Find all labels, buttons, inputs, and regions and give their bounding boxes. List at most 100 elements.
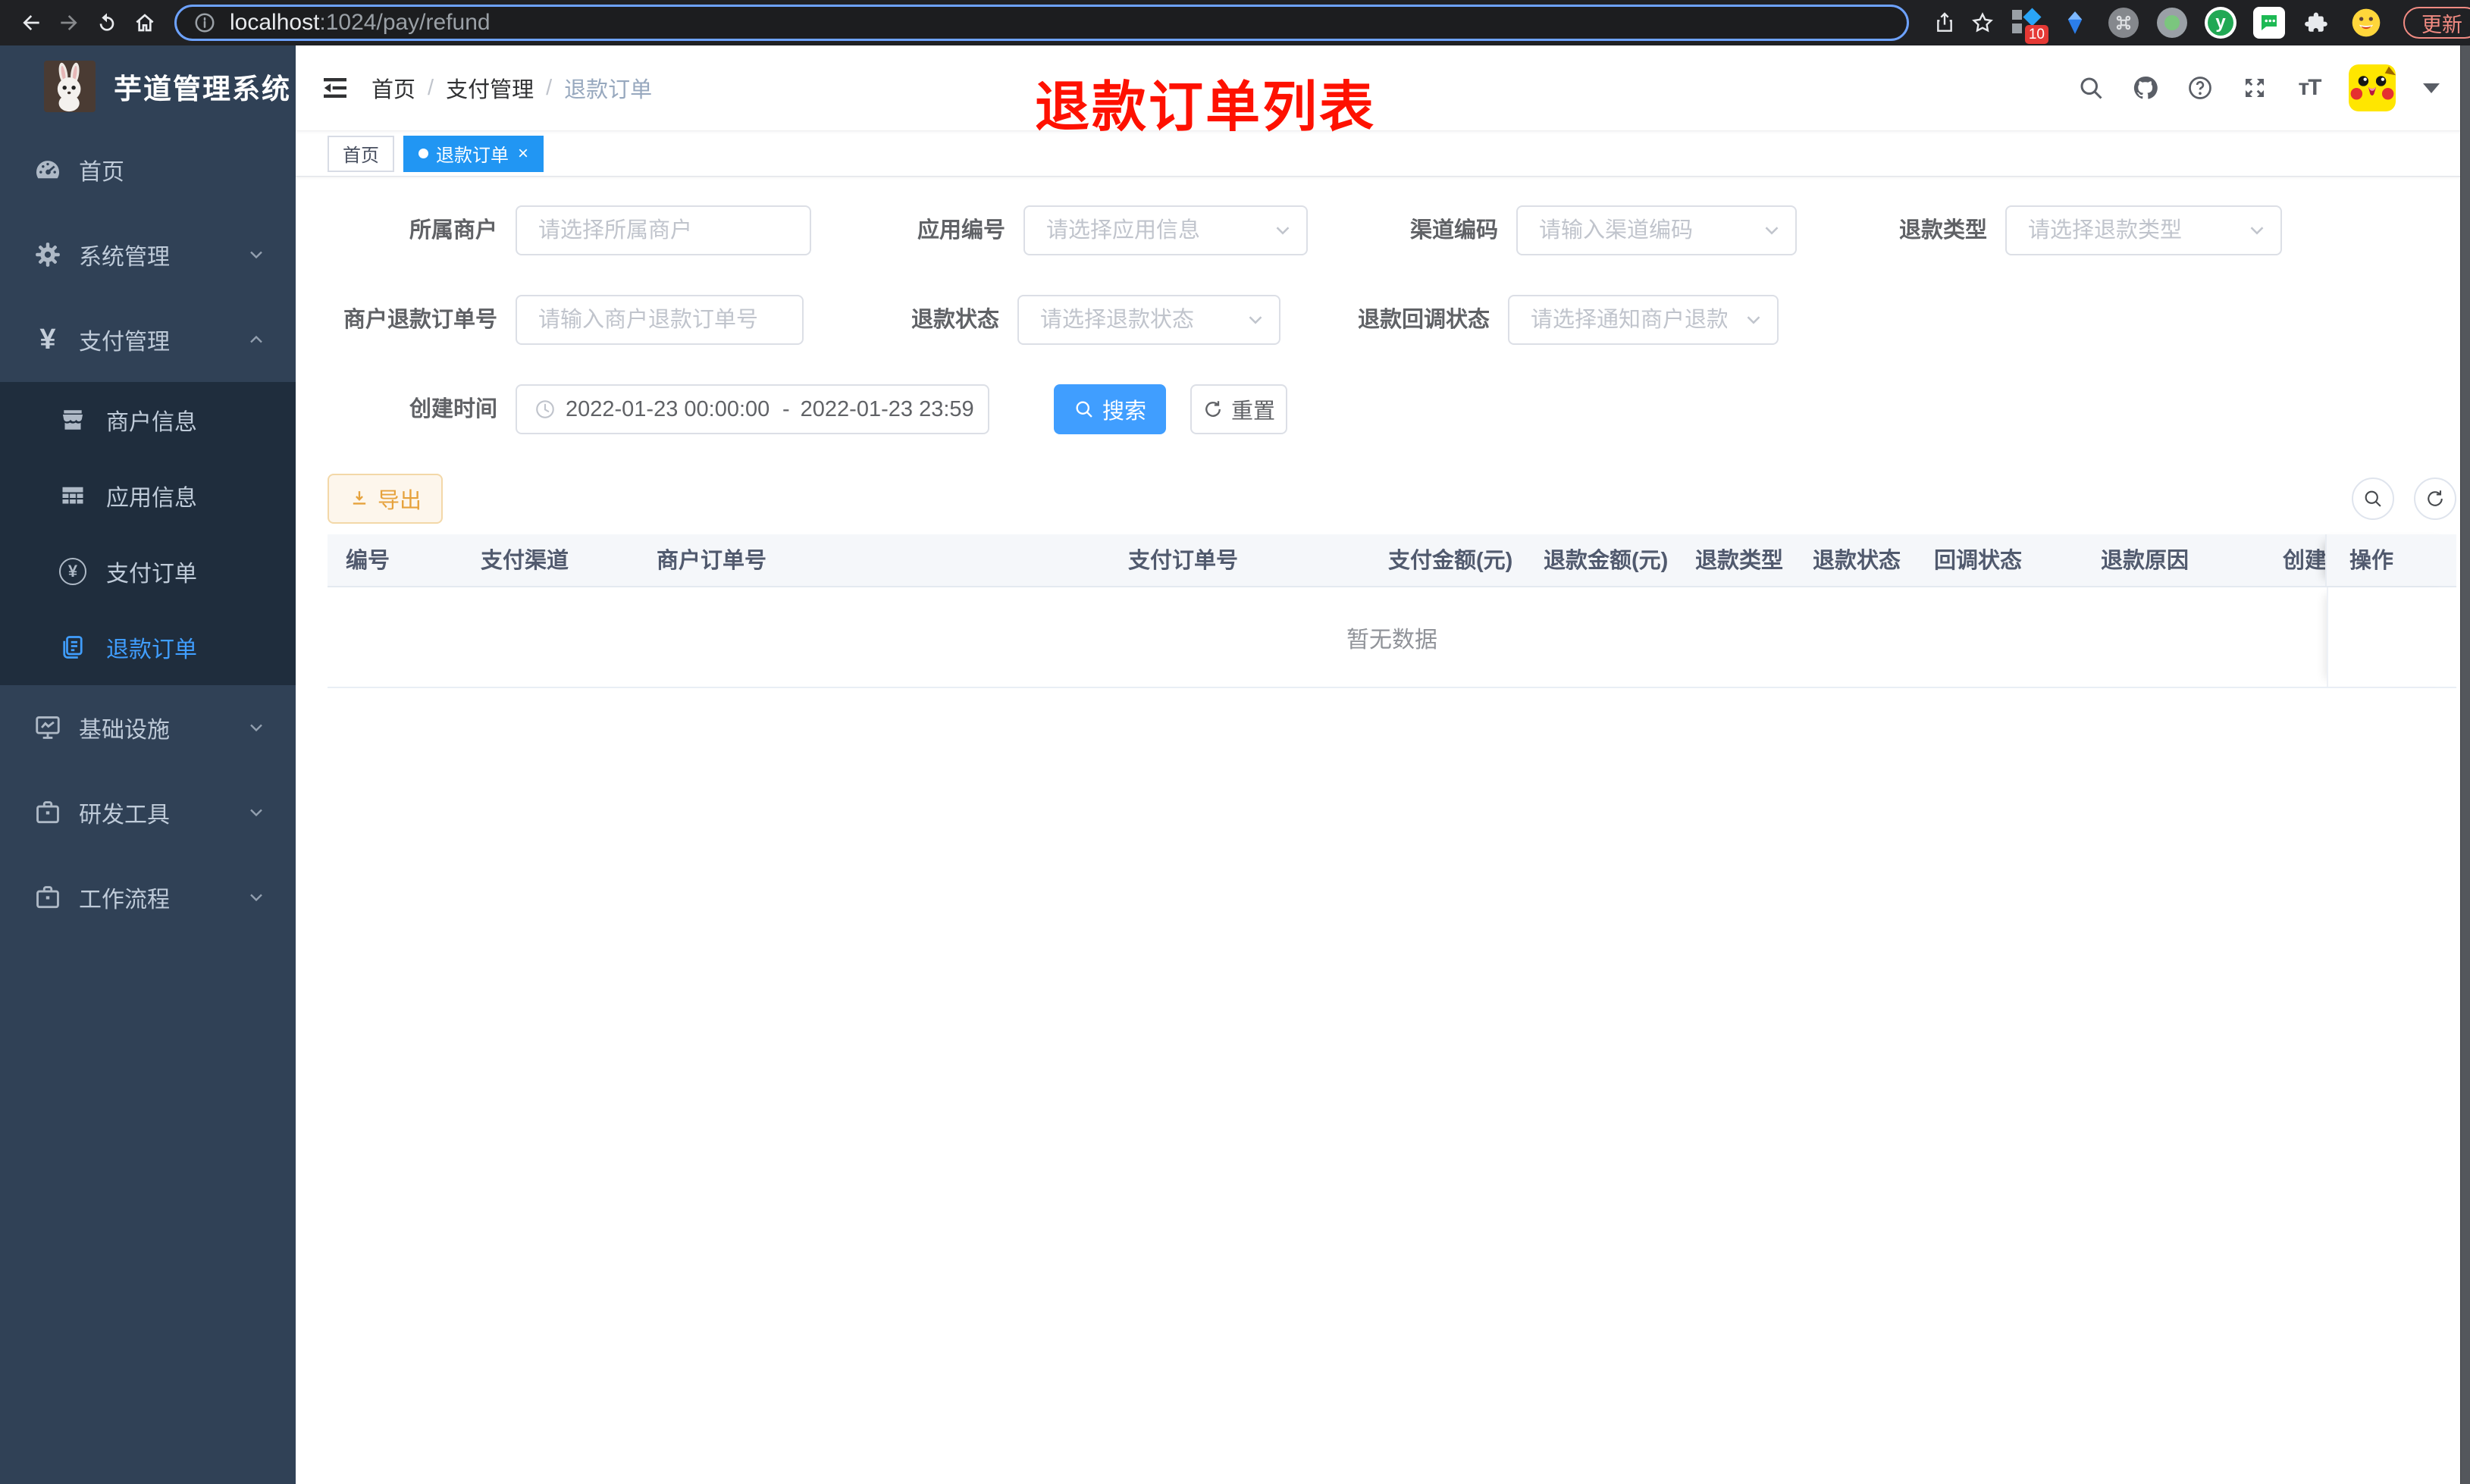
refund-status-input[interactable] — [1017, 295, 1280, 345]
sidebar-submenu-pay: 商户信息 应用信息 ¥ 支付订单 退款订单 — [0, 382, 296, 685]
sidebar-item-devtools[interactable]: 研发工具 — [0, 770, 296, 855]
document-icon — [59, 634, 86, 661]
tag-home[interactable]: 首页 — [328, 135, 394, 172]
share-icon — [1937, 12, 1952, 32]
refund-type-input[interactable] — [2005, 205, 2282, 255]
extension-y-icon[interactable]: y — [2203, 4, 2238, 42]
refresh-icon — [2428, 490, 2443, 506]
browser-forward-button[interactable] — [50, 4, 88, 42]
tag-active-dot — [418, 149, 428, 158]
refund-table: 编号 支付渠道 商户订单号 支付订单号 支付金额(元) 退款金额(元) 退款类型… — [328, 534, 2456, 688]
export-button[interactable]: 导出 — [328, 474, 444, 524]
browser-back-button[interactable] — [12, 4, 50, 42]
sidebar-item-merchant-info[interactable]: 商户信息 — [0, 382, 296, 458]
sidebar-item-label: 商户信息 — [106, 410, 197, 435]
search-icon[interactable] — [2076, 73, 2106, 103]
extension-badge: 10 — [2024, 25, 2048, 44]
date-start-value[interactable]: 2022-01-23 00:00:00 — [566, 397, 772, 422]
sidebar-item-label: 支付管理 — [79, 330, 170, 355]
sidebar-item-pay[interactable]: ¥ 支付管理 — [0, 297, 296, 382]
browser-update-button[interactable]: 更新 — [2403, 7, 2470, 39]
bookmark-button[interactable] — [1964, 4, 2001, 42]
fullscreen-icon[interactable] — [2240, 73, 2270, 103]
shop-icon — [59, 406, 86, 434]
sidebar-item-pay-order[interactable]: ¥ 支付订单 — [0, 534, 296, 609]
merchant-refund-no-input[interactable] — [516, 295, 804, 345]
table-empty-row: 暂无数据 — [328, 587, 2456, 688]
monitor-icon — [33, 713, 62, 742]
browser-reload-button[interactable] — [88, 4, 126, 42]
star-icon — [1972, 12, 1993, 33]
merchant-refund-no-field[interactable] — [516, 295, 804, 345]
font-size-icon[interactable]: тT — [2294, 73, 2324, 103]
github-icon[interactable] — [2130, 73, 2161, 103]
update-label: 更新 — [2421, 13, 2462, 36]
page-content: 所属商户 应用编号 渠道编码 退款类型 — [296, 205, 2470, 688]
tag-refund-order[interactable]: 退款订单 × — [403, 135, 544, 172]
refresh-table-button[interactable] — [2414, 477, 2456, 520]
reset-button[interactable]: 重置 — [1190, 384, 1287, 434]
sidebar-item-workflow[interactable]: 工作流程 — [0, 855, 296, 940]
user-avatar[interactable] — [2349, 64, 2396, 111]
browser-home-button[interactable] — [126, 4, 164, 42]
sidebar: 芋道管理系统 首页 系统管理 ¥ 支付管理 商户信息 应用信息 ¥ 支付订单 退… — [0, 45, 296, 1484]
help-icon[interactable] — [2185, 73, 2215, 103]
hamburger-icon[interactable] — [320, 73, 350, 103]
extension-gray-green-icon[interactable] — [2155, 4, 2189, 42]
app-select[interactable] — [1023, 205, 1308, 255]
notify-status-select[interactable] — [1508, 295, 1779, 345]
sidebar-item-app-info[interactable]: 应用信息 — [0, 458, 296, 534]
app-input[interactable] — [1023, 205, 1308, 255]
sidebar-item-refund-order[interactable]: 退款订单 — [0, 609, 296, 685]
date-end-value[interactable]: 2022-01-23 23:59:59 — [801, 397, 976, 422]
extension-grid-diamond-icon[interactable]: 10 — [2009, 4, 2048, 44]
table-toolbar: 导出 — [328, 474, 2456, 524]
clock-icon — [534, 398, 556, 421]
sidebar-item-label: 退款订单 — [106, 637, 197, 662]
breadcrumb-pay[interactable]: 支付管理 — [446, 72, 534, 104]
refund-status-select[interactable] — [1017, 295, 1280, 345]
yen-circle-icon: ¥ — [59, 558, 86, 585]
extension-chat-icon[interactable] — [2252, 4, 2287, 42]
url-bar[interactable]: localhost:1024/pay/refund — [174, 5, 1909, 41]
merchant-input[interactable] — [516, 205, 811, 255]
back-arrow-icon — [23, 15, 39, 30]
sidebar-item-label: 研发工具 — [79, 803, 170, 828]
create-time-label: 创建时间 — [409, 397, 497, 421]
sidebar-logo-row[interactable]: 芋道管理系统 — [0, 45, 296, 127]
extension-kite-icon[interactable] — [2058, 4, 2092, 42]
sidebar-item-system[interactable]: 系统管理 — [0, 212, 296, 297]
browser-profile-avatar[interactable] — [2349, 4, 2384, 42]
table-tools — [2352, 477, 2456, 520]
tag-close-icon[interactable]: × — [518, 144, 528, 163]
sidebar-item-label: 基础设施 — [79, 718, 170, 743]
page-info-icon[interactable] — [193, 11, 216, 34]
breadcrumb-home[interactable]: 首页 — [371, 72, 415, 104]
share-button[interactable] — [1926, 4, 1964, 42]
filter-row-3: 创建时间 2022-01-23 00:00:00 - 2022-01-23 23… — [328, 384, 2456, 434]
download-icon — [353, 491, 366, 505]
extensions-puzzle-icon[interactable] — [2300, 4, 2335, 42]
briefcase-icon — [33, 883, 62, 912]
merchant-select[interactable] — [516, 205, 811, 255]
create-time-range-picker[interactable]: 2022-01-23 00:00:00 - 2022-01-23 23:59:5… — [516, 384, 989, 434]
column-header-refund-type: 退款类型 — [1695, 549, 1784, 573]
sidebar-item-label: 系统管理 — [79, 245, 170, 270]
show-search-button[interactable] — [2352, 477, 2394, 520]
notify-status-input[interactable] — [1508, 295, 1779, 345]
sidebar-item-home[interactable]: 首页 — [0, 127, 296, 212]
channel-select[interactable] — [1516, 205, 1797, 255]
channel-input[interactable] — [1516, 205, 1797, 255]
main-area: 首页 / 支付管理 / 退款订单 тT 退款订单列表 首页 退款订单 × 所属商… — [296, 45, 2470, 1484]
app-title: 芋道管理系统 — [114, 74, 291, 105]
breadcrumb-separator: / — [546, 75, 553, 100]
extension-command-icon[interactable] — [2106, 4, 2141, 42]
sidebar-item-infra[interactable]: 基础设施 — [0, 685, 296, 770]
chevron-down-icon — [246, 717, 267, 738]
date-separator: - — [782, 396, 790, 421]
refund-type-select[interactable] — [2005, 205, 2282, 255]
search-button[interactable]: 搜索 — [1054, 384, 1166, 434]
column-header-pay-amount: 支付金额(元) — [1388, 549, 1513, 573]
page-scrollbar[interactable] — [2460, 45, 2470, 1484]
avatar-caret-down-icon[interactable] — [2423, 83, 2440, 93]
